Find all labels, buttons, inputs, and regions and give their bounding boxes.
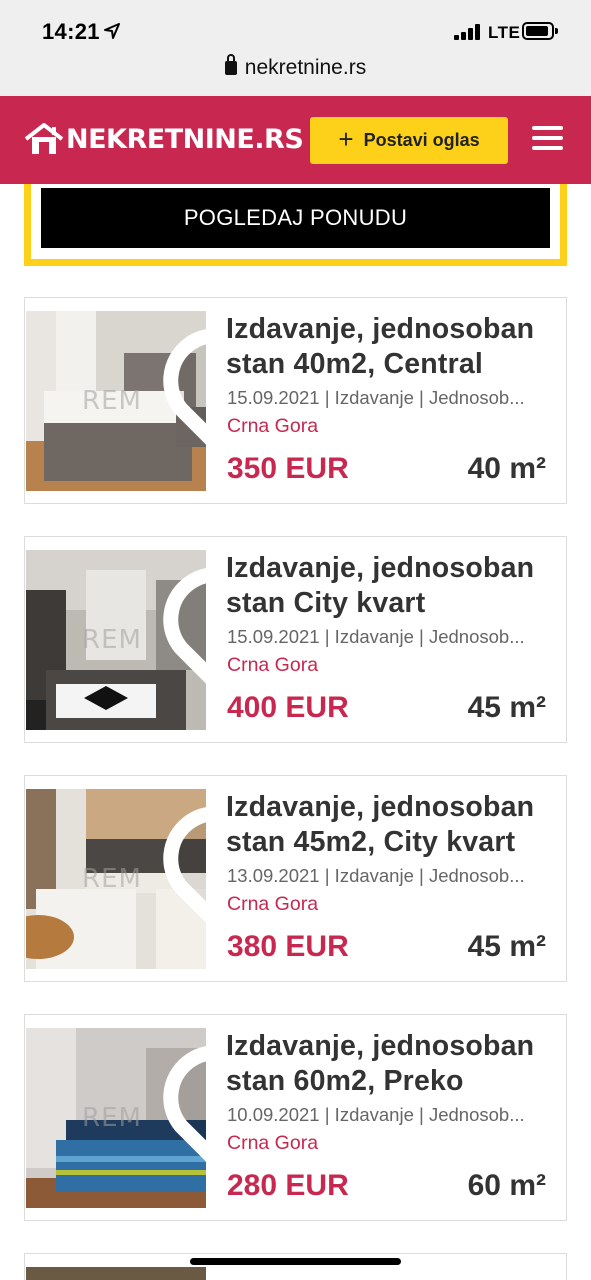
browser-url-bar[interactable]: nekretnine.rs xyxy=(0,50,591,96)
favorite-heart-icon[interactable] xyxy=(160,794,206,969)
logo-text: NEKRETNINE.RS xyxy=(66,123,304,155)
plus-icon: + xyxy=(338,124,354,154)
watermark-text: REM xyxy=(82,864,142,894)
favorite-heart-icon[interactable] xyxy=(160,1033,206,1208)
listing-title[interactable]: Izdavanje, jednosoban stan 60m2, Preko xyxy=(226,1029,556,1099)
bedroom-photo[interactable]: REM xyxy=(26,311,206,491)
listing-location: Crna Gora xyxy=(227,893,319,915)
listing-card[interactable]: REM Izdavanje, jednosoban stan 40m2, Cen… xyxy=(24,297,567,504)
listing-location: Crna Gora xyxy=(227,654,319,676)
listing-area: 45 m² xyxy=(467,930,546,963)
listing-title[interactable]: Izdavanje, jednosoban stan 45m2, City kv… xyxy=(226,790,556,860)
lock-icon xyxy=(224,54,237,75)
site-logo[interactable]: NEKRETNINE.RS xyxy=(24,121,304,157)
status-bar: 14:21 LTE xyxy=(0,0,591,50)
network-type: LTE xyxy=(488,23,521,42)
listing-meta: 15.09.2021 | Izdavanje | Jednosob... xyxy=(227,626,525,647)
listing-area: 60 m² xyxy=(467,1169,546,1202)
listing-price: 350 EUR xyxy=(227,452,349,485)
listing-area: 40 m² xyxy=(467,452,546,485)
listing-card[interactable]: REM Izdavanje, jednosoban stan 60m2, Pre… xyxy=(24,1014,567,1221)
kitchen-photo[interactable]: REM xyxy=(26,789,206,969)
favorite-heart-icon[interactable] xyxy=(160,316,206,491)
listing-location: Crna Gora xyxy=(227,1132,319,1154)
favorite-heart-icon[interactable] xyxy=(160,555,206,730)
cellular-signal-icon xyxy=(454,24,482,40)
listing-photo-partial[interactable] xyxy=(26,1267,206,1280)
watermark-text: REM xyxy=(82,625,142,655)
listing-meta: 13.09.2021 | Izdavanje | Jednosob... xyxy=(227,865,525,886)
listing-price: 280 EUR xyxy=(227,1169,349,1202)
home-indicator[interactable] xyxy=(190,1258,401,1265)
watermark-text: REM xyxy=(82,386,142,416)
site-header: NEKRETNINE.RS + Postavi oglas xyxy=(0,96,591,184)
status-time: 14:21 xyxy=(42,19,100,44)
listing-title[interactable]: Izdavanje, jednosoban stan 40m2, Central xyxy=(226,312,556,382)
listing-card[interactable]: REM Izdavanje, jednosoban stan City kvar… xyxy=(24,536,567,743)
post-ad-button[interactable]: + Postavi oglas xyxy=(310,117,508,164)
location-arrow-icon xyxy=(104,23,120,39)
bedroom-photo[interactable]: REM xyxy=(26,1028,206,1208)
battery-icon xyxy=(522,22,558,40)
listing-location: Crna Gora xyxy=(227,415,319,437)
listing-card[interactable]: REM Izdavanje, jednosoban stan 45m2, Cit… xyxy=(24,775,567,982)
post-ad-label: Postavi oglas xyxy=(363,130,480,150)
watermark-text: REM xyxy=(82,1103,142,1133)
listing-title[interactable]: Izdavanje, jednosoban stan City kvart xyxy=(226,551,556,621)
hamburger-menu-icon[interactable] xyxy=(532,126,563,150)
listing-price: 400 EUR xyxy=(227,691,349,724)
promo-banner: POGLEDAJ PONUDU xyxy=(24,184,567,266)
listing-meta: 15.09.2021 | Izdavanje | Jednosob... xyxy=(227,387,525,408)
view-offer-button[interactable]: POGLEDAJ PONUDU xyxy=(41,188,550,248)
house-logo-icon xyxy=(24,123,64,154)
listing-area: 45 m² xyxy=(467,691,546,724)
listing-price: 380 EUR xyxy=(227,930,349,963)
listing-meta: 10.09.2021 | Izdavanje | Jednosob... xyxy=(227,1104,525,1125)
living-room-photo[interactable]: REM xyxy=(26,550,206,730)
url-text[interactable]: nekretnine.rs xyxy=(245,56,366,79)
